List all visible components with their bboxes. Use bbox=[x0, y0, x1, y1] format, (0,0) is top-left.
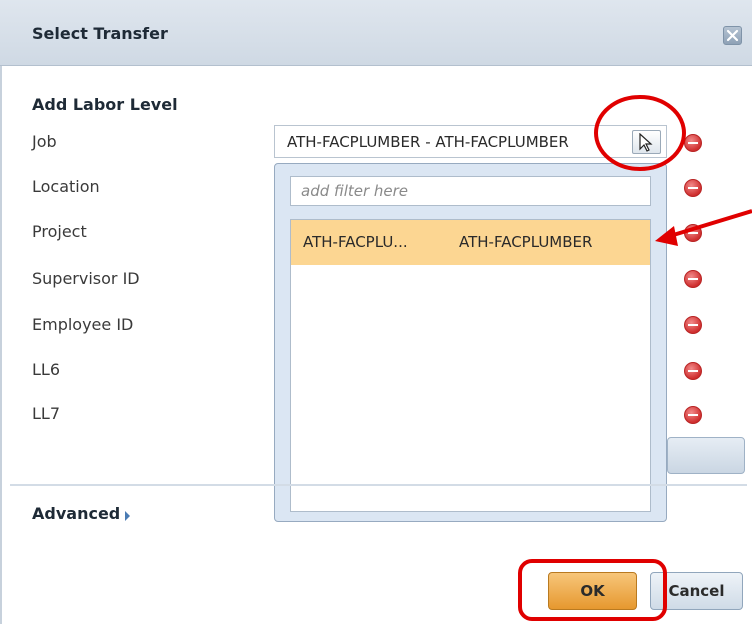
supervisor-id-label: Supervisor ID bbox=[32, 269, 140, 288]
close-button[interactable] bbox=[723, 26, 742, 45]
advanced-toggle[interactable]: Advanced bbox=[32, 504, 120, 523]
job-dropdown-popup: ATH-FACPLU... ATH-FACPLUMBER bbox=[274, 163, 667, 522]
ll7-label: LL7 bbox=[32, 404, 61, 423]
job-select[interactable]: ATH-FACPLUMBER - ATH-FACPLUMBER bbox=[274, 125, 667, 158]
cancel-button[interactable]: Cancel bbox=[650, 572, 743, 610]
location-label: Location bbox=[32, 177, 100, 196]
close-icon bbox=[726, 29, 739, 42]
remove-employee-id-icon[interactable] bbox=[684, 316, 702, 334]
list-item-selected[interactable]: ATH-FACPLU... ATH-FACPLUMBER bbox=[291, 220, 650, 265]
list-item-description: ATH-FACPLUMBER bbox=[459, 233, 593, 251]
remove-supervisor-id-icon[interactable] bbox=[684, 270, 702, 288]
remove-ll7-icon[interactable] bbox=[684, 406, 702, 424]
remove-job-icon[interactable] bbox=[684, 134, 702, 152]
dialog-left-border bbox=[0, 66, 2, 624]
section-title: Add Labor Level bbox=[32, 95, 178, 114]
section-divider bbox=[10, 484, 747, 486]
employee-id-label: Employee ID bbox=[32, 315, 134, 334]
job-dropdown-button[interactable] bbox=[632, 130, 661, 154]
filter-input[interactable] bbox=[290, 176, 651, 206]
select-transfer-dialog: Select Transfer Add Labor Level Job Loca… bbox=[0, 0, 752, 624]
job-value: ATH-FACPLUMBER - ATH-FACPLUMBER bbox=[287, 133, 569, 151]
dialog-title: Select Transfer bbox=[32, 24, 168, 43]
job-label: Job bbox=[32, 132, 57, 151]
ll6-label: LL6 bbox=[32, 360, 61, 379]
remove-project-icon[interactable] bbox=[684, 224, 702, 242]
chevron-right-icon[interactable] bbox=[125, 511, 130, 521]
dropdown-list: ATH-FACPLU... ATH-FACPLUMBER bbox=[290, 219, 651, 512]
partially-hidden-button[interactable] bbox=[667, 437, 745, 474]
ok-button[interactable]: OK bbox=[548, 572, 637, 610]
project-label: Project bbox=[32, 222, 87, 241]
remove-location-icon[interactable] bbox=[684, 179, 702, 197]
remove-ll6-icon[interactable] bbox=[684, 362, 702, 380]
mouse-cursor-icon bbox=[639, 133, 653, 152]
dialog-titlebar: Select Transfer bbox=[0, 0, 752, 66]
list-item-code: ATH-FACPLU... bbox=[303, 233, 408, 251]
